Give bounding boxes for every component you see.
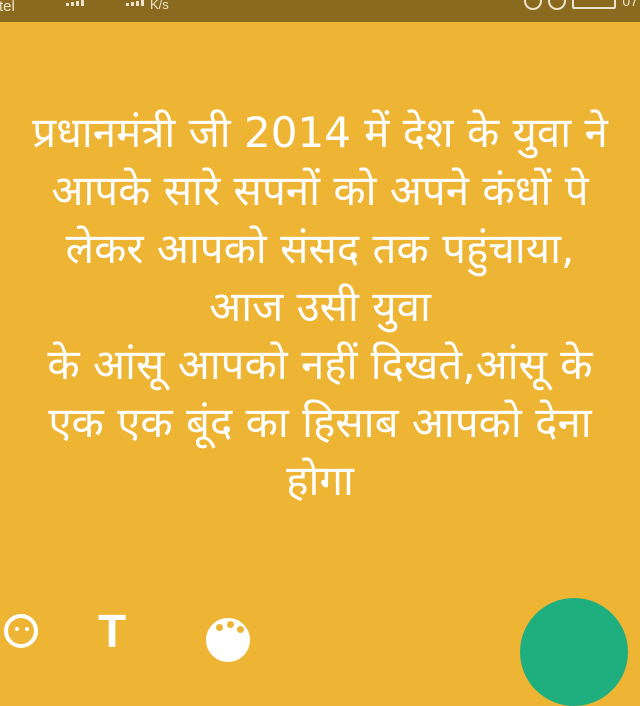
message-line: आपके सारे सपनों को अपने कंधों पे [51, 166, 589, 215]
message-line: के आंसू आपको नहीं दिखते,आंसू के [47, 340, 593, 389]
message-line: आज उसी युवा [209, 282, 431, 331]
palette-icon[interactable] [206, 618, 250, 662]
message-line: लेकर आपको संसद तक पहुंचाया, [65, 224, 575, 273]
clock: 07 [622, 0, 638, 9]
signal-strength-icon [66, 0, 84, 6]
data-signal-icon [126, 0, 144, 6]
message-line: होगा [286, 456, 354, 505]
emoji-icon[interactable] [4, 614, 38, 648]
status-bar: rtel K/s 07 [0, 0, 640, 22]
alarm-icon [524, 0, 543, 10]
text-format-icon[interactable]: T [98, 608, 126, 654]
carrier-name: rtel [0, 0, 15, 15]
data-saver-icon [548, 0, 567, 10]
network-speed: K/s [150, 0, 169, 12]
message-line: प्रधानमंत्री जी 2014 में देश के युवा ने [32, 108, 608, 157]
send-button[interactable] [520, 598, 628, 706]
message-line: एक एक बूंद का हिसाब आपको देना [48, 398, 592, 447]
message-text[interactable]: प्रधानमंत्री जी 2014 में देश के युवा ने … [0, 104, 640, 510]
battery-icon [572, 0, 617, 9]
status-right-icons: 07 [524, 0, 640, 10]
